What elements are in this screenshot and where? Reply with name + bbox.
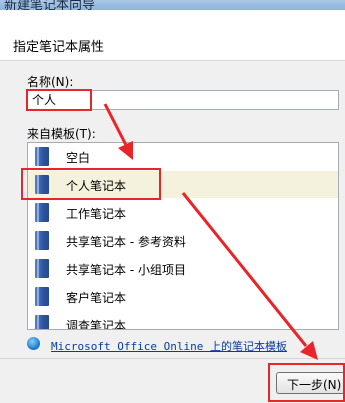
notebook-icon [35, 147, 49, 166]
notebook-icon [35, 287, 49, 306]
notebook-icon [35, 231, 49, 250]
wizard-header: 指定笔记本属性 [0, 10, 345, 61]
globe-icon [27, 337, 40, 350]
notebook-icon [35, 259, 49, 278]
template-item-blank[interactable]: 空白 [28, 143, 338, 170]
template-item-shared-reference[interactable]: 共享笔记本 - 参考资料 [28, 227, 338, 254]
online-templates-link[interactable]: Microsoft Office Online 上的笔记本模板 [51, 338, 287, 354]
annotation-arrow-1 [103, 103, 129, 148]
page-heading: 指定笔记本属性 [13, 40, 105, 55]
name-label: 名称(N): [27, 75, 74, 89]
notebook-icon [35, 203, 49, 222]
annotation-box-next [268, 363, 345, 402]
annotation-box-template [21, 168, 161, 200]
template-item-label: 空白 [66, 151, 91, 165]
template-item-label: 工作笔记本 [66, 207, 127, 221]
template-item-label: 客户笔记本 [66, 291, 127, 305]
annotation-box-name [26, 89, 92, 111]
title-bar: 新建笔记本向导 [0, 0, 345, 10]
template-item-label: 共享笔记本 - 参考资料 [66, 235, 186, 249]
template-item-customer[interactable]: 客户笔记本 [28, 283, 338, 310]
template-item-label: 共享笔记本 - 小组项目 [66, 263, 186, 277]
template-item-research[interactable]: 调查笔记本 [28, 311, 338, 330]
template-list-label: 来自模板(T): [27, 127, 96, 141]
template-item-work[interactable]: 工作笔记本 [28, 199, 338, 226]
window-title: 新建笔记本向导 [4, 0, 96, 10]
template-item-shared-project[interactable]: 共享笔记本 - 小组项目 [28, 255, 338, 282]
notebook-icon [35, 315, 49, 329]
template-item-label: 调查笔记本 [66, 319, 127, 330]
online-templates-row: Microsoft Office Online 上的笔记本模板 [27, 336, 339, 354]
